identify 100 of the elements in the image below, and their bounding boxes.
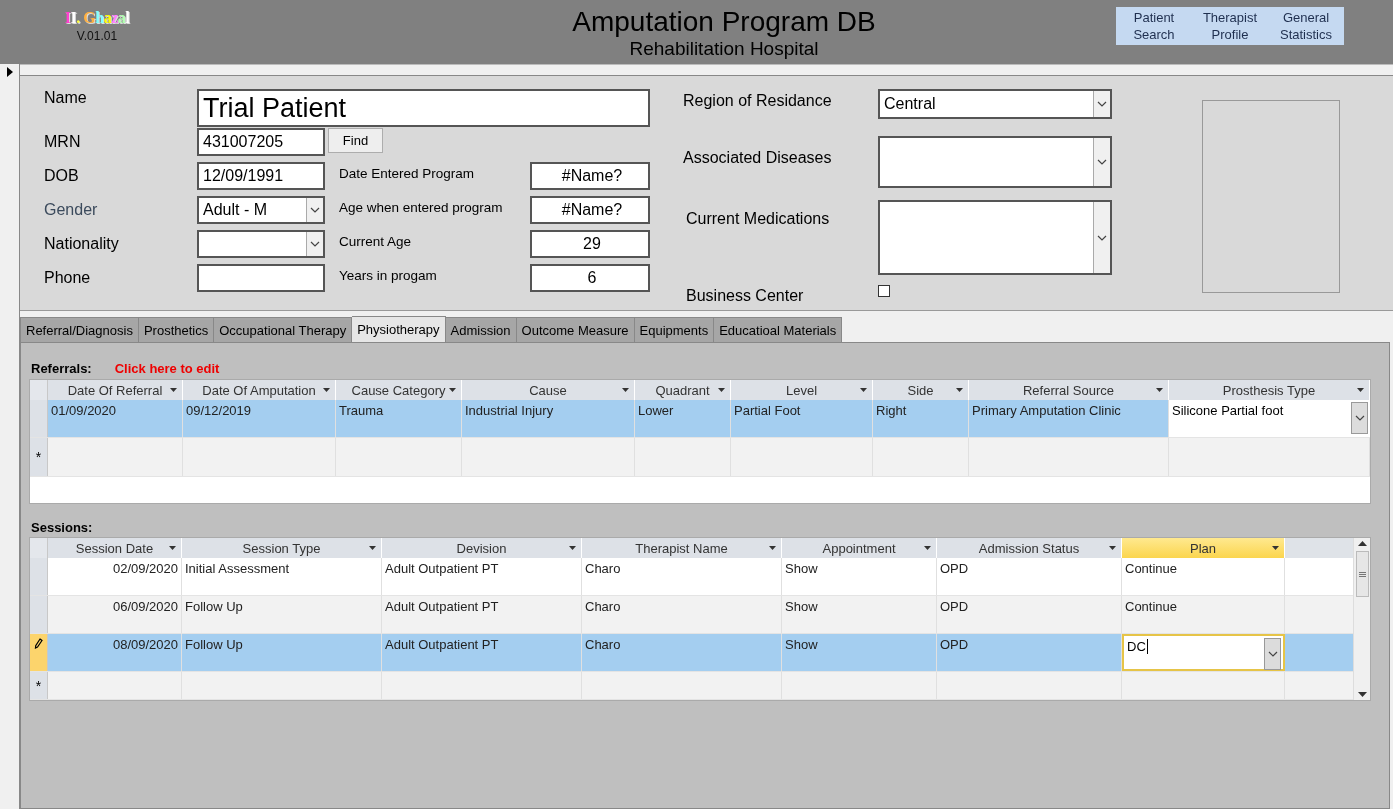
combo-box[interactable]: DC bbox=[1122, 634, 1285, 671]
chevron-down-icon bbox=[1097, 234, 1107, 241]
tab[interactable]: Referral/Diagnosis bbox=[20, 317, 139, 343]
table-cell: Adult Outpatient PT bbox=[382, 558, 582, 595]
field-label: Current Age bbox=[339, 233, 413, 249]
table-cell: Adult Outpatient PT bbox=[382, 634, 582, 671]
field-label: MRN bbox=[44, 132, 82, 151]
combo-box[interactable]: Silicone Partial foot bbox=[1169, 400, 1370, 437]
caret-icon[interactable] bbox=[1272, 546, 1279, 550]
scroll-up-icon[interactable] bbox=[1357, 541, 1367, 546]
combo-box[interactable]: Central bbox=[878, 89, 1112, 119]
field-label: Current Medications bbox=[685, 209, 831, 228]
field-label: Years in progam bbox=[339, 267, 438, 283]
caret-icon[interactable] bbox=[1357, 388, 1364, 392]
caret-icon[interactable] bbox=[956, 388, 963, 392]
new-record-marker: * bbox=[30, 438, 48, 476]
table-cell: Follow Up bbox=[182, 634, 382, 671]
caret-icon[interactable] bbox=[924, 546, 931, 550]
table-cell: 06/09/2020 bbox=[48, 596, 182, 633]
input-field[interactable]: 12/09/1991 bbox=[197, 162, 325, 190]
caret-icon[interactable] bbox=[718, 388, 725, 392]
caret-icon[interactable] bbox=[169, 546, 176, 550]
table-row[interactable]: 02/09/2020 Initial Assessment Adult Outpatient PT Charo Show OPD Continue bbox=[30, 558, 1353, 596]
input-field[interactable]: #Name? bbox=[530, 196, 650, 224]
tab[interactable]: Physiotherapy bbox=[352, 316, 446, 343]
tab[interactable]: Educatioal Materials bbox=[714, 317, 843, 343]
combo-box[interactable] bbox=[878, 136, 1112, 188]
pencil-icon bbox=[34, 638, 43, 649]
tab[interactable]: Prosthetics bbox=[138, 317, 215, 343]
caret-icon[interactable] bbox=[569, 546, 576, 550]
table-cell: Show bbox=[782, 634, 937, 671]
table-row[interactable]: 08/09/2020 Follow Up Adult Outpatient PT Charo Show OPD DC bbox=[30, 634, 1353, 672]
field-label: Phone bbox=[44, 268, 92, 287]
table-cell: Lower bbox=[635, 400, 731, 437]
caret-icon[interactable] bbox=[323, 388, 330, 392]
table-cell: Charo bbox=[582, 558, 782, 595]
new-record-row[interactable]: * bbox=[30, 438, 1370, 477]
input-field[interactable]: #Name? bbox=[530, 162, 650, 190]
table-cell: OPD bbox=[937, 558, 1122, 595]
table-cell: Show bbox=[782, 558, 937, 595]
caret-icon[interactable] bbox=[449, 388, 456, 392]
table-cell: Right bbox=[873, 400, 969, 437]
table-cell: OPD bbox=[937, 596, 1122, 633]
combo-box[interactable] bbox=[197, 230, 325, 258]
new-record-marker: * bbox=[30, 672, 48, 699]
version-label: V.01.01 bbox=[76, 29, 118, 43]
chevron-down-icon bbox=[1267, 651, 1278, 657]
tab[interactable]: Equipments bbox=[634, 317, 715, 343]
field-label: Name bbox=[44, 89, 88, 107]
field-label: DOB bbox=[44, 166, 80, 185]
field-label: Region of Residance bbox=[683, 91, 833, 110]
table-cell: 08/09/2020 bbox=[48, 634, 182, 671]
table-cell: Charo bbox=[582, 634, 782, 671]
field-label: Nationality bbox=[44, 234, 120, 253]
input-field[interactable]: 29 bbox=[530, 230, 650, 258]
input-field[interactable]: 6 bbox=[530, 264, 650, 292]
table-cell: 01/09/2020 bbox=[48, 400, 183, 437]
chevron-down-icon bbox=[1354, 415, 1365, 421]
scrollbar[interactable] bbox=[1353, 538, 1370, 700]
checkbox[interactable] bbox=[878, 285, 890, 297]
table-cell: Continue bbox=[1122, 596, 1285, 633]
caret-icon[interactable] bbox=[1109, 546, 1116, 550]
caret-icon[interactable] bbox=[369, 546, 376, 550]
combo-box[interactable]: Adult - M bbox=[197, 196, 325, 224]
field-label: Business Center bbox=[685, 286, 805, 305]
field-label: Date Entered Program bbox=[339, 165, 476, 181]
tab[interactable]: Admission bbox=[445, 317, 517, 343]
scroll-thumb[interactable] bbox=[1355, 551, 1369, 597]
table-cell: Continue bbox=[1122, 558, 1285, 595]
tab[interactable]: Occupational Therapy bbox=[214, 317, 353, 343]
chevron-down-icon bbox=[310, 241, 320, 247]
scroll-down-icon[interactable] bbox=[1357, 692, 1367, 697]
table-cell: 02/09/2020 bbox=[48, 558, 182, 595]
input-field[interactable] bbox=[197, 264, 325, 292]
find-button[interactable]: Find bbox=[328, 128, 383, 153]
column-header[interactable]: Plan bbox=[1122, 538, 1285, 558]
caret-icon[interactable] bbox=[170, 388, 177, 392]
caret-icon[interactable] bbox=[769, 546, 776, 550]
table-row[interactable]: 01/09/2020 09/12/2019 Trauma Industrial Injury Lower Partial Foot Right Primary Amputation Clinic Silicone Partial foot bbox=[30, 400, 1370, 438]
field-label: Age when entered program bbox=[339, 199, 504, 215]
input-field[interactable]: Trial Patient bbox=[197, 89, 650, 127]
current-record-icon bbox=[6, 67, 13, 77]
app-subtitle: Rehabilitation Hospital bbox=[629, 38, 819, 60]
app-title: Amputation Program DB bbox=[572, 6, 876, 38]
combo-box[interactable] bbox=[878, 200, 1112, 275]
section-label: Sessions: bbox=[31, 519, 93, 535]
table-cell: Adult Outpatient PT bbox=[382, 596, 582, 633]
logo: II. Ghazal bbox=[64, 10, 130, 26]
table-cell: Initial Assessment bbox=[182, 558, 382, 595]
table-row[interactable]: 06/09/2020 Follow Up Adult Outpatient PT Charo Show OPD Continue bbox=[30, 596, 1353, 634]
input-field[interactable]: 431007205 bbox=[197, 128, 325, 156]
record-selector[interactable] bbox=[30, 634, 48, 671]
field-label: Gender bbox=[44, 200, 99, 219]
table-cell: Partial Foot bbox=[731, 400, 873, 437]
tab[interactable]: Outcome Measure bbox=[516, 317, 635, 343]
caret-icon[interactable] bbox=[622, 388, 629, 392]
chevron-down-icon bbox=[1097, 101, 1107, 107]
caret-icon[interactable] bbox=[860, 388, 867, 392]
new-record-row[interactable]: * bbox=[30, 672, 1353, 700]
caret-icon[interactable] bbox=[1156, 388, 1163, 392]
